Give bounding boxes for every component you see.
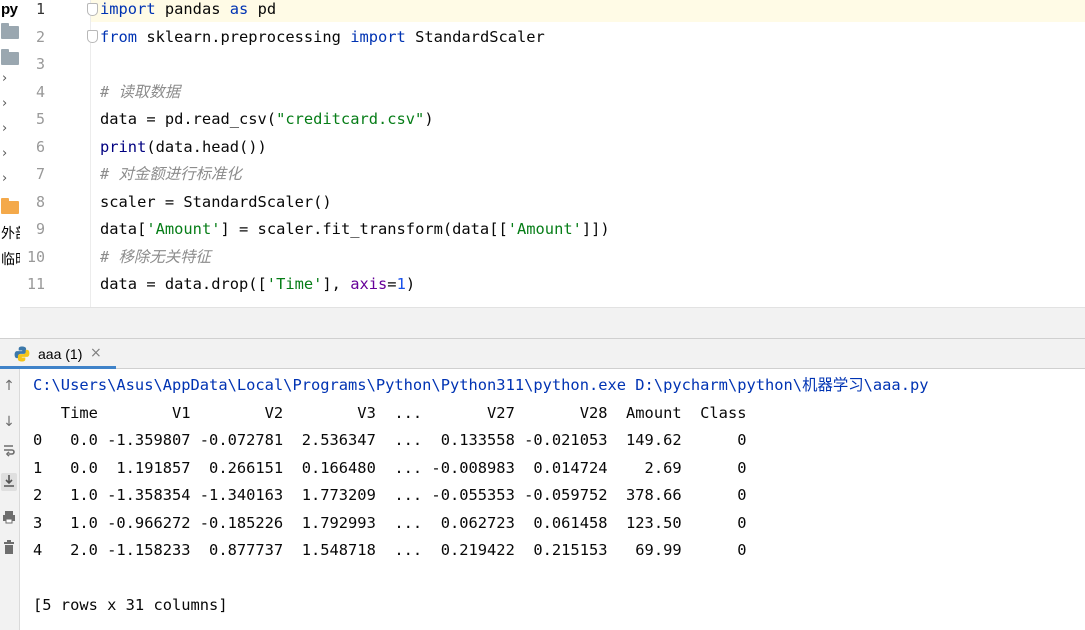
code-line[interactable]: # 移除无关特征 [100,247,211,267]
code-line[interactable]: import pandas as pd [100,0,276,19]
run-console-output[interactable]: C:\Users\Asus\AppData\Local\Programs\Pyt… [20,369,1085,630]
code-token: data = pd.read_csv( [100,110,277,128]
code-token: print [100,137,147,156]
code-token: # 对金额进行标准化 [100,165,242,183]
chevron-right-icon[interactable]: › [2,171,7,186]
console-output-line: [5 rows x 31 columns] [33,596,228,614]
print-icon[interactable] [1,509,17,527]
code-token: ) [405,275,416,293]
scroll-to-end-icon[interactable] [1,473,17,491]
code-token: data = data.drop([ [100,275,267,293]
code-token: 'Time' [266,275,323,293]
console-output-line: 4 2.0 -1.158233 0.877737 1.548718 ... 0.… [33,541,747,559]
code-line[interactable]: # 对金额进行标准化 [100,164,242,184]
code-token: pandas [155,0,230,18]
folder-icon[interactable] [1,49,19,65]
run-toolbar: ↑ ↓ [0,369,20,630]
console-output-line: 1 0.0 1.191857 0.266151 0.166480 ... -0.… [33,458,747,477]
code-token: StandardScaler [405,27,545,46]
chevron-right-icon[interactable]: › [2,121,7,136]
gutter-separator [90,0,91,307]
code-line[interactable]: # 读取数据 [100,82,180,102]
line-number: 5 [35,110,45,128]
fold-marker-icon[interactable] [87,3,98,16]
soft-wrap-icon[interactable] [1,443,17,461]
folder-icon[interactable] [1,23,19,39]
code-token: ]]) [581,220,610,238]
line-number: 4 [35,82,45,101]
code-line[interactable]: print(data.head()) [100,137,267,157]
console-output-line: 0 0.0 -1.359807 -0.072781 2.536347 ... 0… [33,431,747,449]
console-command-line: C:\Users\Asus\AppData\Local\Programs\Pyt… [33,376,929,394]
run-tab-label: aaa (1) [38,346,83,362]
code-line[interactable]: from sklearn.preprocessing import Standa… [100,27,545,47]
fold-marker-icon[interactable] [87,30,98,43]
code-line[interactable]: scaler = StandardScaler() [100,192,332,212]
code-token: = [387,275,397,293]
line-number: 9 [35,220,45,238]
code-token: "creditcard.csv" [276,110,425,128]
project-tree-panel[interactable]: py › › › › › 外部 临时 [0,0,20,307]
line-number: 6 [35,137,45,156]
code-line[interactable]: data = data.drop(['Time'], axis=1) [100,274,415,294]
code-token: 'Amount' [146,220,221,238]
code-token: data[ [100,220,147,238]
code-editor[interactable]: 1 2 3 4 5 6 7 8 9 10 11 import pandas as pd from sk… [20,0,1085,307]
code-token: # 移除无关特征 [100,247,211,266]
code-token: 1 [396,275,406,293]
code-token: ], [322,275,351,293]
code-token: pd [248,0,277,18]
code-token: 'Amount' [507,220,582,238]
code-token: (data.head()) [146,137,267,156]
delete-icon[interactable] [1,539,17,557]
folder-icon[interactable] [1,198,19,214]
tree-item-scratches[interactable]: 临时 [1,249,20,269]
run-tab[interactable]: aaa (1) × [0,339,116,369]
project-name-label: py [1,1,18,18]
console-output-line: Time V1 V2 V3 ... V27 V28 Amount Class [33,403,747,422]
line-number: 8 [35,192,45,211]
code-token: scaler = StandardScaler() [100,192,332,211]
python-icon [14,346,30,362]
code-line[interactable]: data['Amount'] = scaler.fit_transform(da… [100,219,610,239]
console-output-line: 2 1.0 -1.358354 -1.340163 1.773209 ... -… [33,486,747,504]
code-token: # 读取数据 [100,82,181,101]
editor-bottom-bar [20,307,1085,339]
run-tool-window-header: aaa (1) × [0,338,1085,369]
code-token: import [350,27,406,46]
code-token: ) [424,110,434,128]
code-token: axis [350,275,388,293]
code-line[interactable]: data = pd.read_csv("creditcard.csv") [100,109,434,129]
arrow-down-icon[interactable]: ↓ [1,413,17,431]
code-token: as [229,0,249,18]
line-number: 7 [35,165,45,183]
line-number: 3 [35,55,45,73]
console-output-line: 3 1.0 -0.966272 -0.185226 1.792993 ... 0… [33,513,747,532]
chevron-right-icon[interactable]: › [2,96,7,111]
line-number: 1 [35,0,45,18]
tree-item-external-libraries[interactable]: 外部 [1,223,20,243]
line-number: 2 [35,27,45,46]
line-number: 10 [26,247,45,266]
close-icon[interactable]: × [90,345,102,361]
chevron-right-icon[interactable]: › [2,71,7,86]
line-number: 11 [26,275,45,293]
arrow-up-icon[interactable]: ↑ [1,377,17,395]
code-token: import [100,0,156,18]
code-token: from [100,27,138,46]
code-token: sklearn.preprocessing [137,27,351,46]
chevron-right-icon[interactable]: › [2,146,7,161]
code-token: ] = scaler.fit_transform(data[[ [220,220,508,238]
